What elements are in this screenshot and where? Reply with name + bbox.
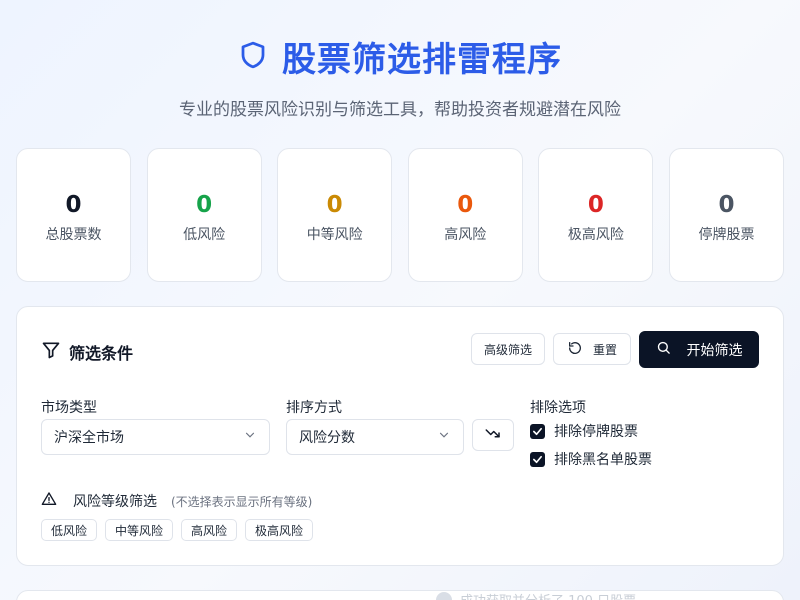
exclude-blacklist-option[interactable]: 排除黑名单股票 <box>530 449 652 469</box>
chevron-down-icon <box>243 428 257 446</box>
toast-text: 成功获取并分析了 100 只股票 <box>460 590 636 600</box>
filter-panel: 筛选条件 高级筛选 重置 开始筛选 市场类型 沪深全市场 排序方式 风险分数 排… <box>16 306 784 566</box>
stat-label: 中等风险 <box>306 227 363 243</box>
search-icon <box>656 340 671 359</box>
stat-value: 0 <box>587 192 604 218</box>
check-circle-icon <box>436 591 452 600</box>
stat-card-high: 0 高风险 <box>407 148 523 282</box>
advanced-filter-label: 高级筛选 <box>483 342 532 357</box>
stat-label: 停牌股票 <box>698 227 755 243</box>
exclude-suspended-label: 排除停牌股票 <box>554 424 638 440</box>
stats-row: 0 总股票数 0 低风险 0 中等风险 0 高风险 0 极高风险 0 停牌股票 <box>16 148 784 282</box>
exclude-blacklist-checkbox[interactable] <box>530 451 545 467</box>
stat-value: 0 <box>457 192 474 218</box>
stat-label: 高风险 <box>444 227 487 243</box>
risk-level-title: 风险等级筛选 <box>73 494 157 510</box>
stat-label: 极高风险 <box>567 227 624 243</box>
stat-label: 低风险 <box>183 227 226 243</box>
market-type-select[interactable]: 沪深全市场 <box>41 419 270 455</box>
stat-value: 0 <box>326 192 343 218</box>
market-type-label: 市场类型 <box>41 400 97 416</box>
stat-value: 0 <box>196 192 213 218</box>
filter-title: 筛选条件 <box>69 344 134 363</box>
sort-direction-button[interactable] <box>472 419 514 451</box>
risk-tag-low[interactable]: 低风险 <box>41 519 98 541</box>
risk-tag-high[interactable]: 高风险 <box>181 519 238 541</box>
reset-label: 重置 <box>592 342 617 357</box>
advanced-filter-button[interactable]: 高级筛选 <box>471 333 545 365</box>
risk-tag-extreme[interactable]: 极高风险 <box>245 519 314 541</box>
page-title: 股票筛选排雷程序 <box>282 40 562 80</box>
risk-level-title-row: 风险等级筛选 (不选择表示显示所有等级) <box>41 491 312 511</box>
page-header: 股票筛选排雷程序 专业的股票风险识别与筛选工具，帮助投资者规避潜在风险 <box>0 0 800 120</box>
stat-label: 总股票数 <box>45 227 102 243</box>
title-row: 股票筛选排雷程序 <box>0 32 800 81</box>
risk-tag-medium[interactable]: 中等风险 <box>105 519 174 541</box>
stat-card-total: 0 总股票数 <box>16 148 131 282</box>
stat-card-suspended: 0 停牌股票 <box>668 148 784 282</box>
reset-icon <box>567 340 583 359</box>
stat-value: 0 <box>718 192 735 218</box>
success-toast: 成功获取并分析了 100 只股票 <box>436 590 636 600</box>
exclude-options-label: 排除选项 <box>530 400 586 416</box>
risk-level-note: (不选择表示显示所有等级) <box>171 494 313 509</box>
reset-button[interactable]: 重置 <box>553 333 631 365</box>
page-subtitle: 专业的股票风险识别与筛选工具，帮助投资者规避潜在风险 <box>179 100 621 120</box>
exclude-suspended-checkbox[interactable] <box>530 423 545 439</box>
sort-label: 排序方式 <box>286 400 342 416</box>
sort-value: 风险分数 <box>299 430 355 446</box>
filter-icon <box>41 340 61 364</box>
market-type-value: 沪深全市场 <box>54 430 124 446</box>
chevron-down-icon <box>437 428 451 446</box>
start-filter-button[interactable]: 开始筛选 <box>639 331 759 368</box>
exclude-suspended-option[interactable]: 排除停牌股票 <box>530 421 638 441</box>
sort-select[interactable]: 风险分数 <box>286 419 464 455</box>
filter-title-row: 筛选条件 <box>41 340 133 364</box>
stat-value: 0 <box>65 192 82 218</box>
stat-card-extreme: 0 极高风险 <box>538 148 654 282</box>
start-filter-label: 开始筛选 <box>686 342 743 359</box>
stat-card-low: 0 低风险 <box>146 148 262 282</box>
exclude-blacklist-label: 排除黑名单股票 <box>554 452 652 468</box>
trending-down-icon <box>484 424 502 446</box>
risk-level-tags: 低风险 中等风险 高风险 极高风险 <box>41 519 314 541</box>
alert-triangle-icon <box>41 491 57 511</box>
shield-icon <box>238 40 268 74</box>
results-panel <box>16 590 784 600</box>
stat-card-medium: 0 中等风险 <box>277 148 393 282</box>
